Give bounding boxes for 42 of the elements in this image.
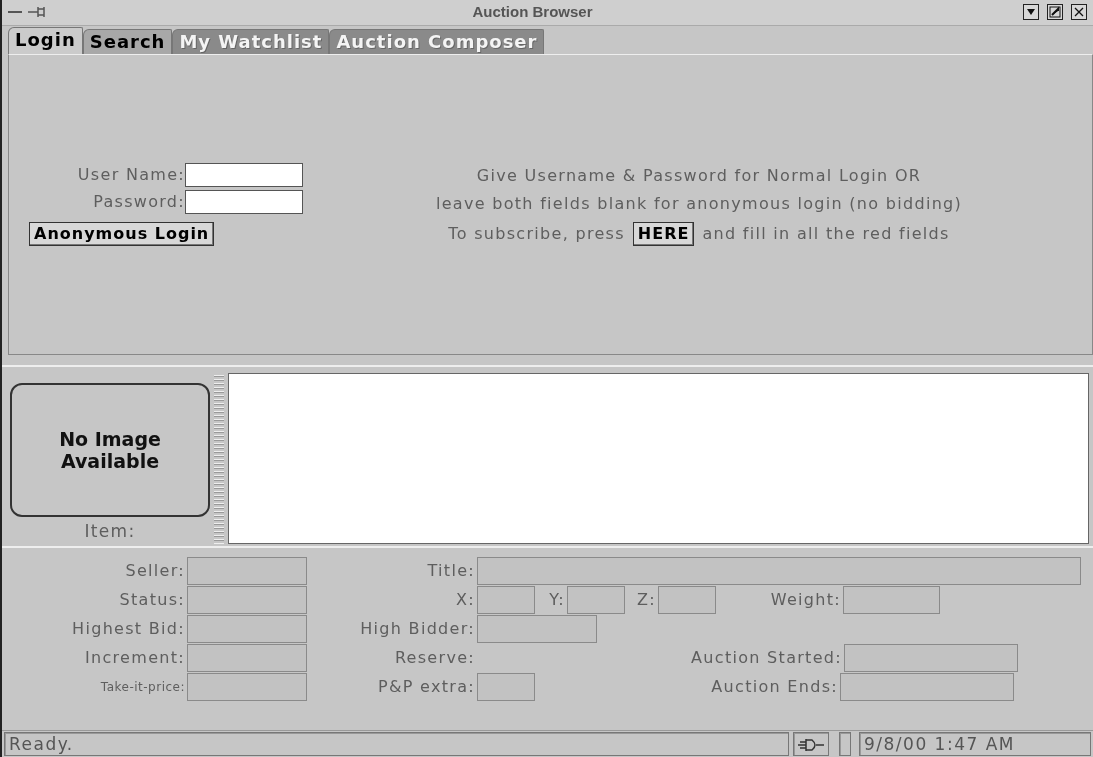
username-field[interactable]	[185, 163, 303, 188]
close-icon	[1074, 7, 1084, 18]
field-label: Seller:	[124, 559, 186, 582]
tab: Auction Composer	[329, 28, 545, 54]
tab: My Watchlist	[172, 28, 330, 54]
field-label: Auction Started:	[690, 646, 843, 669]
status-datetime: 9/8/00 1:47 AM	[859, 732, 1091, 756]
plug-icon	[793, 732, 829, 756]
field-label: User Name:	[77, 164, 185, 187]
field-label: Increment:	[84, 646, 186, 669]
field-label: Reserve:	[393, 646, 476, 669]
field-label: Status:	[118, 588, 186, 611]
field-label: X:	[455, 588, 476, 611]
field-label: Take-it-price:	[99, 678, 186, 696]
instruction-text: leave both fields blank for anonymous login (no bidding)	[435, 192, 963, 215]
field-label: Y:	[548, 588, 566, 611]
status-message: Ready.	[4, 732, 789, 756]
field-label: P&P extra:	[377, 675, 476, 698]
maximize-button[interactable]	[1047, 4, 1063, 21]
tab[interactable]: Search	[82, 28, 173, 54]
instruction-text: Give Username & Password for Normal Login OR	[476, 164, 922, 187]
field-label: Weight:	[769, 588, 842, 611]
close-button[interactable]	[1071, 4, 1087, 21]
item-label: Item:	[84, 519, 136, 543]
field-label: Highest Bid:	[71, 617, 186, 640]
triangle-down-icon	[1027, 9, 1035, 16]
tab[interactable]: Login	[8, 26, 83, 54]
minimize-button[interactable]	[1023, 4, 1039, 21]
anonymous-login-button[interactable]: Anonymous Login	[29, 222, 215, 247]
subscribe-text: and fill in all the red fields	[702, 222, 950, 245]
window-title: Auction Browser	[471, 2, 594, 23]
field-label: Password:	[93, 191, 185, 214]
field-label: Z:	[636, 588, 657, 611]
password-field[interactable]	[185, 190, 303, 215]
field-label: Title:	[426, 559, 476, 582]
field-label: High Bidder:	[359, 617, 476, 640]
status-indicator	[839, 732, 851, 756]
here-button[interactable]: HERE	[632, 221, 695, 246]
subscribe-text: To subscribe, press	[448, 222, 625, 245]
field-label: Auction Ends:	[710, 675, 839, 698]
maximize-icon	[1049, 6, 1061, 18]
no-image-text: No Image Available	[58, 427, 162, 474]
